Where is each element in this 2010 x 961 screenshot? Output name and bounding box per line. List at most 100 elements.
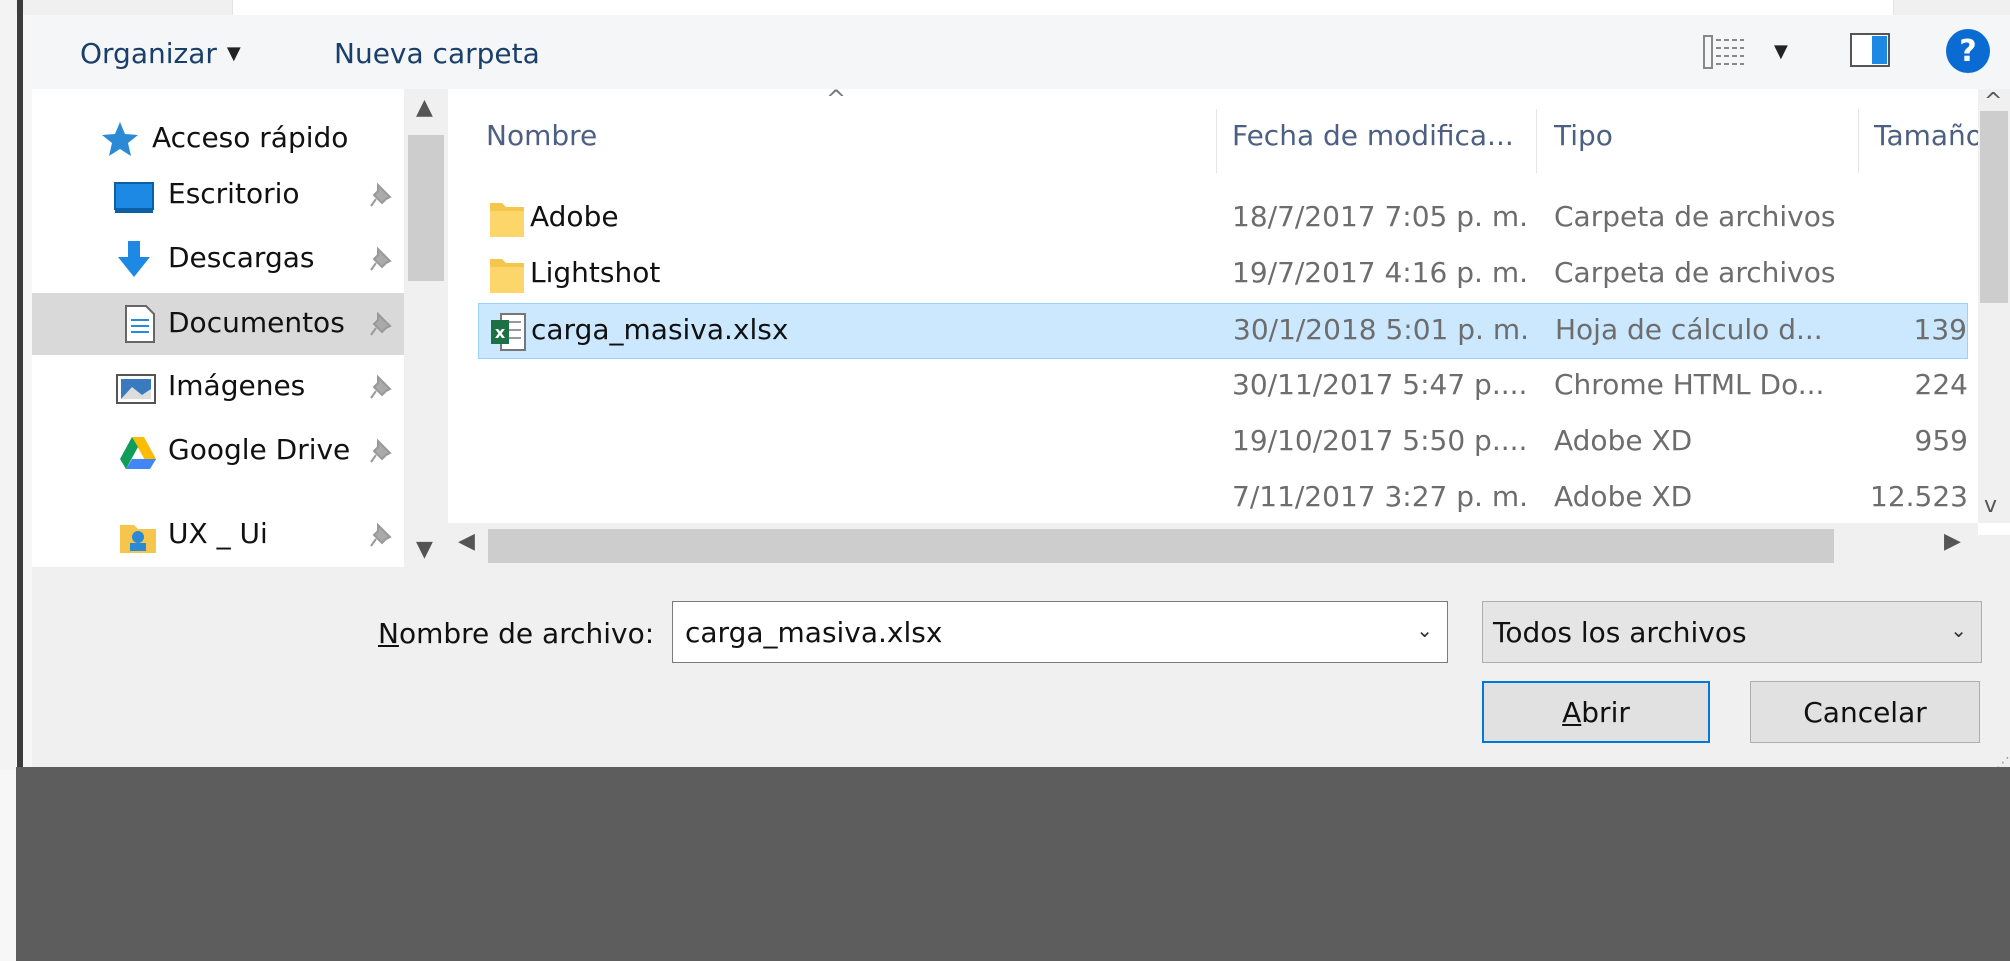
file-type: Adobe XD	[1554, 424, 1693, 457]
nav-label: Acceso rápido	[152, 121, 349, 154]
file-name: Adobe	[530, 200, 619, 233]
new-folder-button[interactable]: Nueva carpeta	[334, 33, 540, 73]
nav-item-downloads[interactable]: Descargas	[32, 229, 404, 289]
filename-input[interactable]	[683, 614, 1387, 650]
file-date: 30/11/2017 5:47 p....	[1232, 368, 1528, 401]
view-options-chevron-icon[interactable]: ▼	[1774, 41, 1788, 62]
filename-label-text: ombre de archivo:	[398, 617, 655, 650]
background-window-content	[232, 0, 1894, 15]
organize-label: Organizar	[80, 36, 217, 70]
scroll-left-icon[interactable]: ◀	[458, 529, 475, 554]
file-row[interactable]: 7/11/2017 3:27 p. m. Adobe XD 12.523	[478, 471, 1968, 527]
file-row[interactable]: 30/11/2017 5:47 p.... Chrome HTML Do... …	[478, 359, 1968, 415]
filename-label: Nombre de archivo:	[378, 617, 654, 650]
documents-icon	[125, 305, 155, 343]
file-date: 30/1/2018 5:01 p. m.	[1233, 313, 1529, 346]
nav-item-google-drive[interactable]: Google Drive	[32, 421, 404, 481]
pin-icon[interactable]	[368, 181, 396, 209]
desktop-icon	[114, 182, 154, 213]
pin-icon[interactable]	[368, 245, 396, 273]
new-folder-label: Nueva carpeta	[334, 36, 540, 70]
filename-combobox[interactable]: ⌄	[672, 601, 1448, 663]
google-drive-icon	[120, 437, 156, 469]
cancel-button[interactable]: Cancelar	[1750, 681, 1980, 743]
file-row[interactable]: 19/10/2017 5:50 p.... Adobe XD 959	[478, 415, 1968, 471]
file-row-adobe[interactable]: Adobe 18/7/2017 7:05 p. m. Carpeta de ar…	[478, 191, 1968, 247]
chevron-down-icon[interactable]: ⌄	[1950, 618, 1967, 642]
pin-icon[interactable]	[368, 373, 396, 401]
file-type: Carpeta de archivos	[1554, 256, 1836, 289]
nav-item-quick-access[interactable]: Acceso rápido	[32, 109, 404, 169]
background-window-edge	[0, 0, 23, 770]
navigation-pane: Acceso rápido Escritorio Descargas Docum…	[32, 89, 404, 579]
background-window-strip	[0, 0, 2010, 15]
column-divider[interactable]	[1858, 109, 1859, 173]
desktop-background	[16, 767, 2010, 961]
scroll-right-icon[interactable]: ▶	[1944, 529, 1961, 554]
nav-item-pictures[interactable]: Imágenes	[32, 357, 404, 417]
pictures-icon	[116, 374, 156, 404]
file-type: Chrome HTML Do...	[1554, 368, 1825, 401]
file-type-filter-value: Todos los archivos	[1493, 615, 1747, 649]
column-divider[interactable]	[1216, 109, 1217, 173]
open-label: brir	[1581, 695, 1630, 729]
column-divider[interactable]	[1536, 109, 1537, 173]
column-header-date[interactable]: Fecha de modifica...	[1232, 119, 1514, 152]
file-list-vertical-scrollbar[interactable]: ^ v	[1978, 89, 2010, 523]
window-border	[17, 0, 23, 770]
preview-pane-icon[interactable]	[1850, 33, 1890, 67]
scroll-up-icon[interactable]: ▲	[416, 95, 433, 120]
file-date: 7/11/2017 3:27 p. m.	[1232, 480, 1528, 513]
pin-icon[interactable]	[368, 437, 396, 465]
organize-button[interactable]: Organizar ▼	[80, 33, 241, 73]
scroll-down-icon[interactable]: ▼	[416, 537, 433, 562]
file-row-carga-masiva[interactable]: x carga_masiva.xlsx 30/1/2018 5:01 p. m.…	[478, 303, 1968, 359]
quick-access-star-icon	[102, 122, 138, 156]
file-list-horizontal-scrollbar[interactable]: ◀ ▶	[448, 523, 1978, 567]
sort-ascending-icon: ^	[826, 85, 847, 113]
nav-scrollbar[interactable]: ▲ ▼	[404, 89, 448, 579]
folder-icon	[490, 259, 524, 293]
filename-label-mnemonic: N	[378, 617, 399, 650]
excel-file-icon: x	[491, 313, 526, 351]
nav-label: Descargas	[168, 241, 315, 274]
file-row-lightshot[interactable]: Lightshot 19/7/2017 4:16 p. m. Carpeta d…	[478, 247, 1968, 303]
column-header-name[interactable]: Nombre	[486, 119, 597, 152]
nav-label: Documentos	[168, 306, 345, 339]
column-header-type[interactable]: Tipo	[1554, 119, 1613, 152]
file-name: carga_masiva.xlsx	[531, 313, 789, 346]
file-size: 959	[1914, 424, 1968, 457]
file-list: ^ Nombre Fecha de modifica... Tipo Tamañ…	[448, 85, 2010, 535]
chevron-down-icon: ▼	[226, 42, 241, 64]
nav-item-desktop[interactable]: Escritorio	[32, 165, 404, 225]
open-file-dialog: Organizar ▼ Nueva carpeta ▼ ? Acceso ráp…	[32, 15, 2010, 771]
command-bar: Organizar ▼ Nueva carpeta ▼ ?	[32, 15, 2010, 90]
nav-item-documents[interactable]: Documentos	[32, 293, 404, 355]
column-header-size[interactable]: Tamaño	[1874, 119, 1983, 152]
file-size: 224	[1914, 368, 1968, 401]
file-size: 12.523	[1870, 480, 1968, 513]
folder-icon	[490, 203, 524, 237]
nav-label: Imágenes	[168, 369, 306, 402]
horizontal-scroll-thumb[interactable]	[488, 529, 1834, 563]
file-type-filter[interactable]: Todos los archivos ⌄	[1482, 601, 1982, 663]
scroll-down-icon[interactable]: v	[1984, 493, 1997, 518]
open-button[interactable]: Abrir	[1482, 681, 1710, 743]
nav-item-ux-ui[interactable]: UX _ Ui	[32, 485, 404, 579]
help-icon[interactable]: ?	[1946, 29, 1990, 73]
vertical-scroll-thumb[interactable]	[1980, 111, 2008, 303]
nav-label: UX _ Ui	[168, 517, 268, 550]
download-arrow-icon	[118, 241, 150, 277]
svg-text:x: x	[495, 323, 506, 342]
file-type: Adobe XD	[1554, 480, 1693, 513]
view-list-icon[interactable]	[1702, 32, 1746, 72]
chevron-down-icon[interactable]: ⌄	[1416, 618, 1433, 642]
open-mnemonic: A	[1562, 695, 1582, 729]
file-size: 139	[1913, 313, 1967, 346]
file-type: Hoja de cálculo d...	[1555, 313, 1823, 346]
nav-scroll-thumb[interactable]	[408, 135, 444, 281]
pin-icon[interactable]	[368, 521, 396, 549]
dialog-footer: Nombre de archivo: ⌄ Todos los archivos …	[32, 567, 2010, 771]
pin-icon[interactable]	[368, 310, 396, 338]
nav-label: Escritorio	[168, 177, 300, 210]
